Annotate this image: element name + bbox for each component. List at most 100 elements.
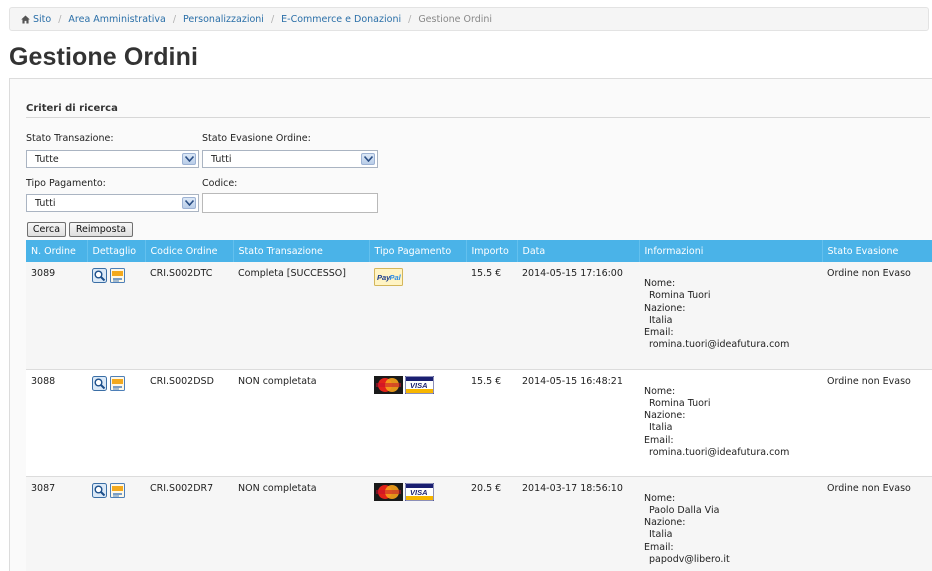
order-number: 3088 [26, 369, 87, 477]
stato-transazione-select[interactable]: Tutte [26, 150, 199, 168]
home-icon [21, 14, 30, 24]
breadcrumb-separator: / [270, 13, 275, 25]
breadcrumb-separator: / [172, 13, 177, 25]
breadcrumb-separator: / [58, 13, 62, 25]
tipo-pagamento-select[interactable]: Tutti [26, 194, 199, 212]
dettaglio-cell [87, 369, 145, 477]
chevron-down-icon [182, 153, 196, 165]
order-date: 2014-03-17 18:56:10 [517, 476, 639, 571]
cerca-button[interactable]: Cerca [27, 222, 66, 237]
order-amount: 15.5 € [466, 262, 517, 370]
info-nome-label: Nome: [644, 385, 676, 397]
col-header-numero[interactable]: N. Ordine [26, 240, 88, 262]
stato-transazione-value: Tutte [35, 153, 59, 165]
dettaglio-cell [87, 476, 145, 571]
table-row: 3089 CRI.S002DTC Completa [SUCCESSO] Pay… [26, 262, 932, 370]
breadcrumb-link-ecommerce[interactable]: E-Commerce e Donazioni [281, 14, 401, 25]
mastercard-icon [374, 482, 403, 501]
stato-evasione-label: Stato Evasione Ordine: [202, 133, 311, 144]
customer-email: papodv@libero.it [649, 553, 730, 565]
fulfillment-status: Ordine non Evaso [822, 262, 932, 370]
col-header-informazioni[interactable]: Informazioni [639, 240, 823, 262]
col-header-importo[interactable]: Importo [466, 240, 518, 262]
breadcrumb-separator: / [408, 13, 412, 25]
paypal-icon: Pay Pal [374, 268, 403, 286]
col-header-stato[interactable]: Stato Transazione [233, 240, 370, 262]
info-nome-label: Nome: [644, 492, 676, 504]
info-email-label: Email: [644, 434, 674, 446]
table-row: 3087 CRI.S002DR7 NON completata VISA 20.… [26, 476, 932, 571]
stato-transazione-label: Stato Transazione: [26, 133, 114, 144]
transaction-status: NON completata [233, 476, 369, 571]
order-amount: 20.5 € [466, 476, 517, 571]
table-header-row: N. Ordine Dettaglio Codice Ordine Stato … [26, 240, 932, 262]
transaction-status: NON completata [233, 369, 369, 477]
order-date: 2014-05-15 17:16:00 [517, 262, 639, 370]
col-header-codice[interactable]: Codice Ordine [145, 240, 234, 262]
breadcrumb: Sito / Area Amministrativa / Personalizz… [9, 7, 929, 31]
customer-email: romina.tuori@ideafutura.com [649, 339, 790, 351]
stato-evasione-value: Tutti [211, 153, 232, 165]
breadcrumb-link-personalizzazioni[interactable]: Personalizzazioni [183, 14, 264, 25]
magnifier-icon[interactable] [92, 482, 107, 498]
info-nazione-label: Nazione: [644, 517, 686, 529]
fulfillment-status: Ordine non Evaso [822, 476, 932, 571]
info-email-label: Email: [644, 327, 674, 339]
payment-type: VISA [369, 369, 466, 477]
fulfillment-status: Ordine non Evaso [822, 369, 932, 477]
col-header-data[interactable]: Data [517, 240, 640, 262]
order-info: Nome: Romina Tuori Nazione: Italia Email… [639, 369, 822, 477]
transaction-status: Completa [SUCCESSO] [233, 262, 369, 370]
page-title: Gestione Ordini [9, 43, 199, 71]
svg-text:VISA: VISA [410, 381, 428, 390]
codice-input[interactable] [202, 193, 378, 213]
order-code: CRI.S002DSD [145, 369, 233, 477]
visa-icon: VISA [405, 482, 434, 501]
order-number: 3087 [26, 476, 87, 571]
reimposta-button[interactable]: Reimposta [69, 222, 133, 237]
codice-label: Codice: [202, 178, 238, 189]
dettaglio-cell [87, 262, 145, 370]
customer-email: romina.tuori@ideafutura.com [649, 446, 790, 458]
svg-text:Pal: Pal [390, 273, 402, 282]
customer-name: Paolo Dalla Via [649, 504, 720, 516]
payment-type: Pay Pal [369, 262, 466, 370]
info-email-label: Email: [644, 541, 674, 553]
order-info: Nome: Paolo Dalla Via Nazione: Italia Em… [639, 476, 822, 571]
info-nazione-label: Nazione: [644, 410, 686, 422]
order-code: CRI.S002DTC [145, 262, 233, 370]
customer-country: Italia [649, 314, 673, 326]
chevron-down-icon [361, 153, 375, 165]
order-code: CRI.S002DR7 [145, 476, 233, 571]
chevron-down-icon [182, 197, 196, 209]
order-number: 3089 [26, 262, 87, 370]
breadcrumb-link-area-amministrativa[interactable]: Area Amministrativa [68, 14, 165, 25]
xml-export-icon[interactable] [110, 268, 125, 283]
col-header-dettaglio[interactable]: Dettaglio [87, 240, 146, 262]
tipo-pagamento-value: Tutti [35, 197, 56, 209]
info-nome-label: Nome: [644, 278, 676, 289]
order-info: Nome: Romina Tuori Nazione: Italia Email… [639, 262, 822, 370]
customer-name: Romina Tuori [649, 397, 711, 409]
xml-export-icon[interactable] [110, 375, 125, 391]
visa-icon: VISA [405, 375, 434, 394]
magnifier-icon[interactable] [92, 268, 107, 283]
info-nazione-label: Nazione: [644, 302, 686, 314]
payment-type: VISA [369, 476, 466, 571]
xml-export-icon[interactable] [110, 482, 125, 498]
magnifier-icon[interactable] [92, 375, 107, 391]
tipo-pagamento-label: Tipo Pagamento: [26, 178, 106, 189]
col-header-pagamento[interactable]: Tipo Pagamento [369, 240, 467, 262]
order-amount: 15.5 € [466, 369, 517, 477]
stato-evasione-select[interactable]: Tutti [202, 150, 378, 168]
customer-name: Romina Tuori [649, 290, 711, 302]
order-date: 2014-05-15 16:48:21 [517, 369, 639, 477]
customer-country: Italia [649, 422, 673, 434]
orders-table: N. Ordine Dettaglio Codice Ordine Stato … [26, 240, 932, 571]
col-header-evasione[interactable]: Stato Evasione [822, 240, 932, 262]
search-panel-title: Criteri di ricerca [26, 103, 930, 118]
svg-text:VISA: VISA [410, 488, 428, 497]
table-row: 3088 CRI.S002DSD NON completata VISA 15.… [26, 369, 932, 477]
breadcrumb-link-sito[interactable]: Sito [33, 14, 51, 25]
mastercard-icon [374, 375, 403, 394]
